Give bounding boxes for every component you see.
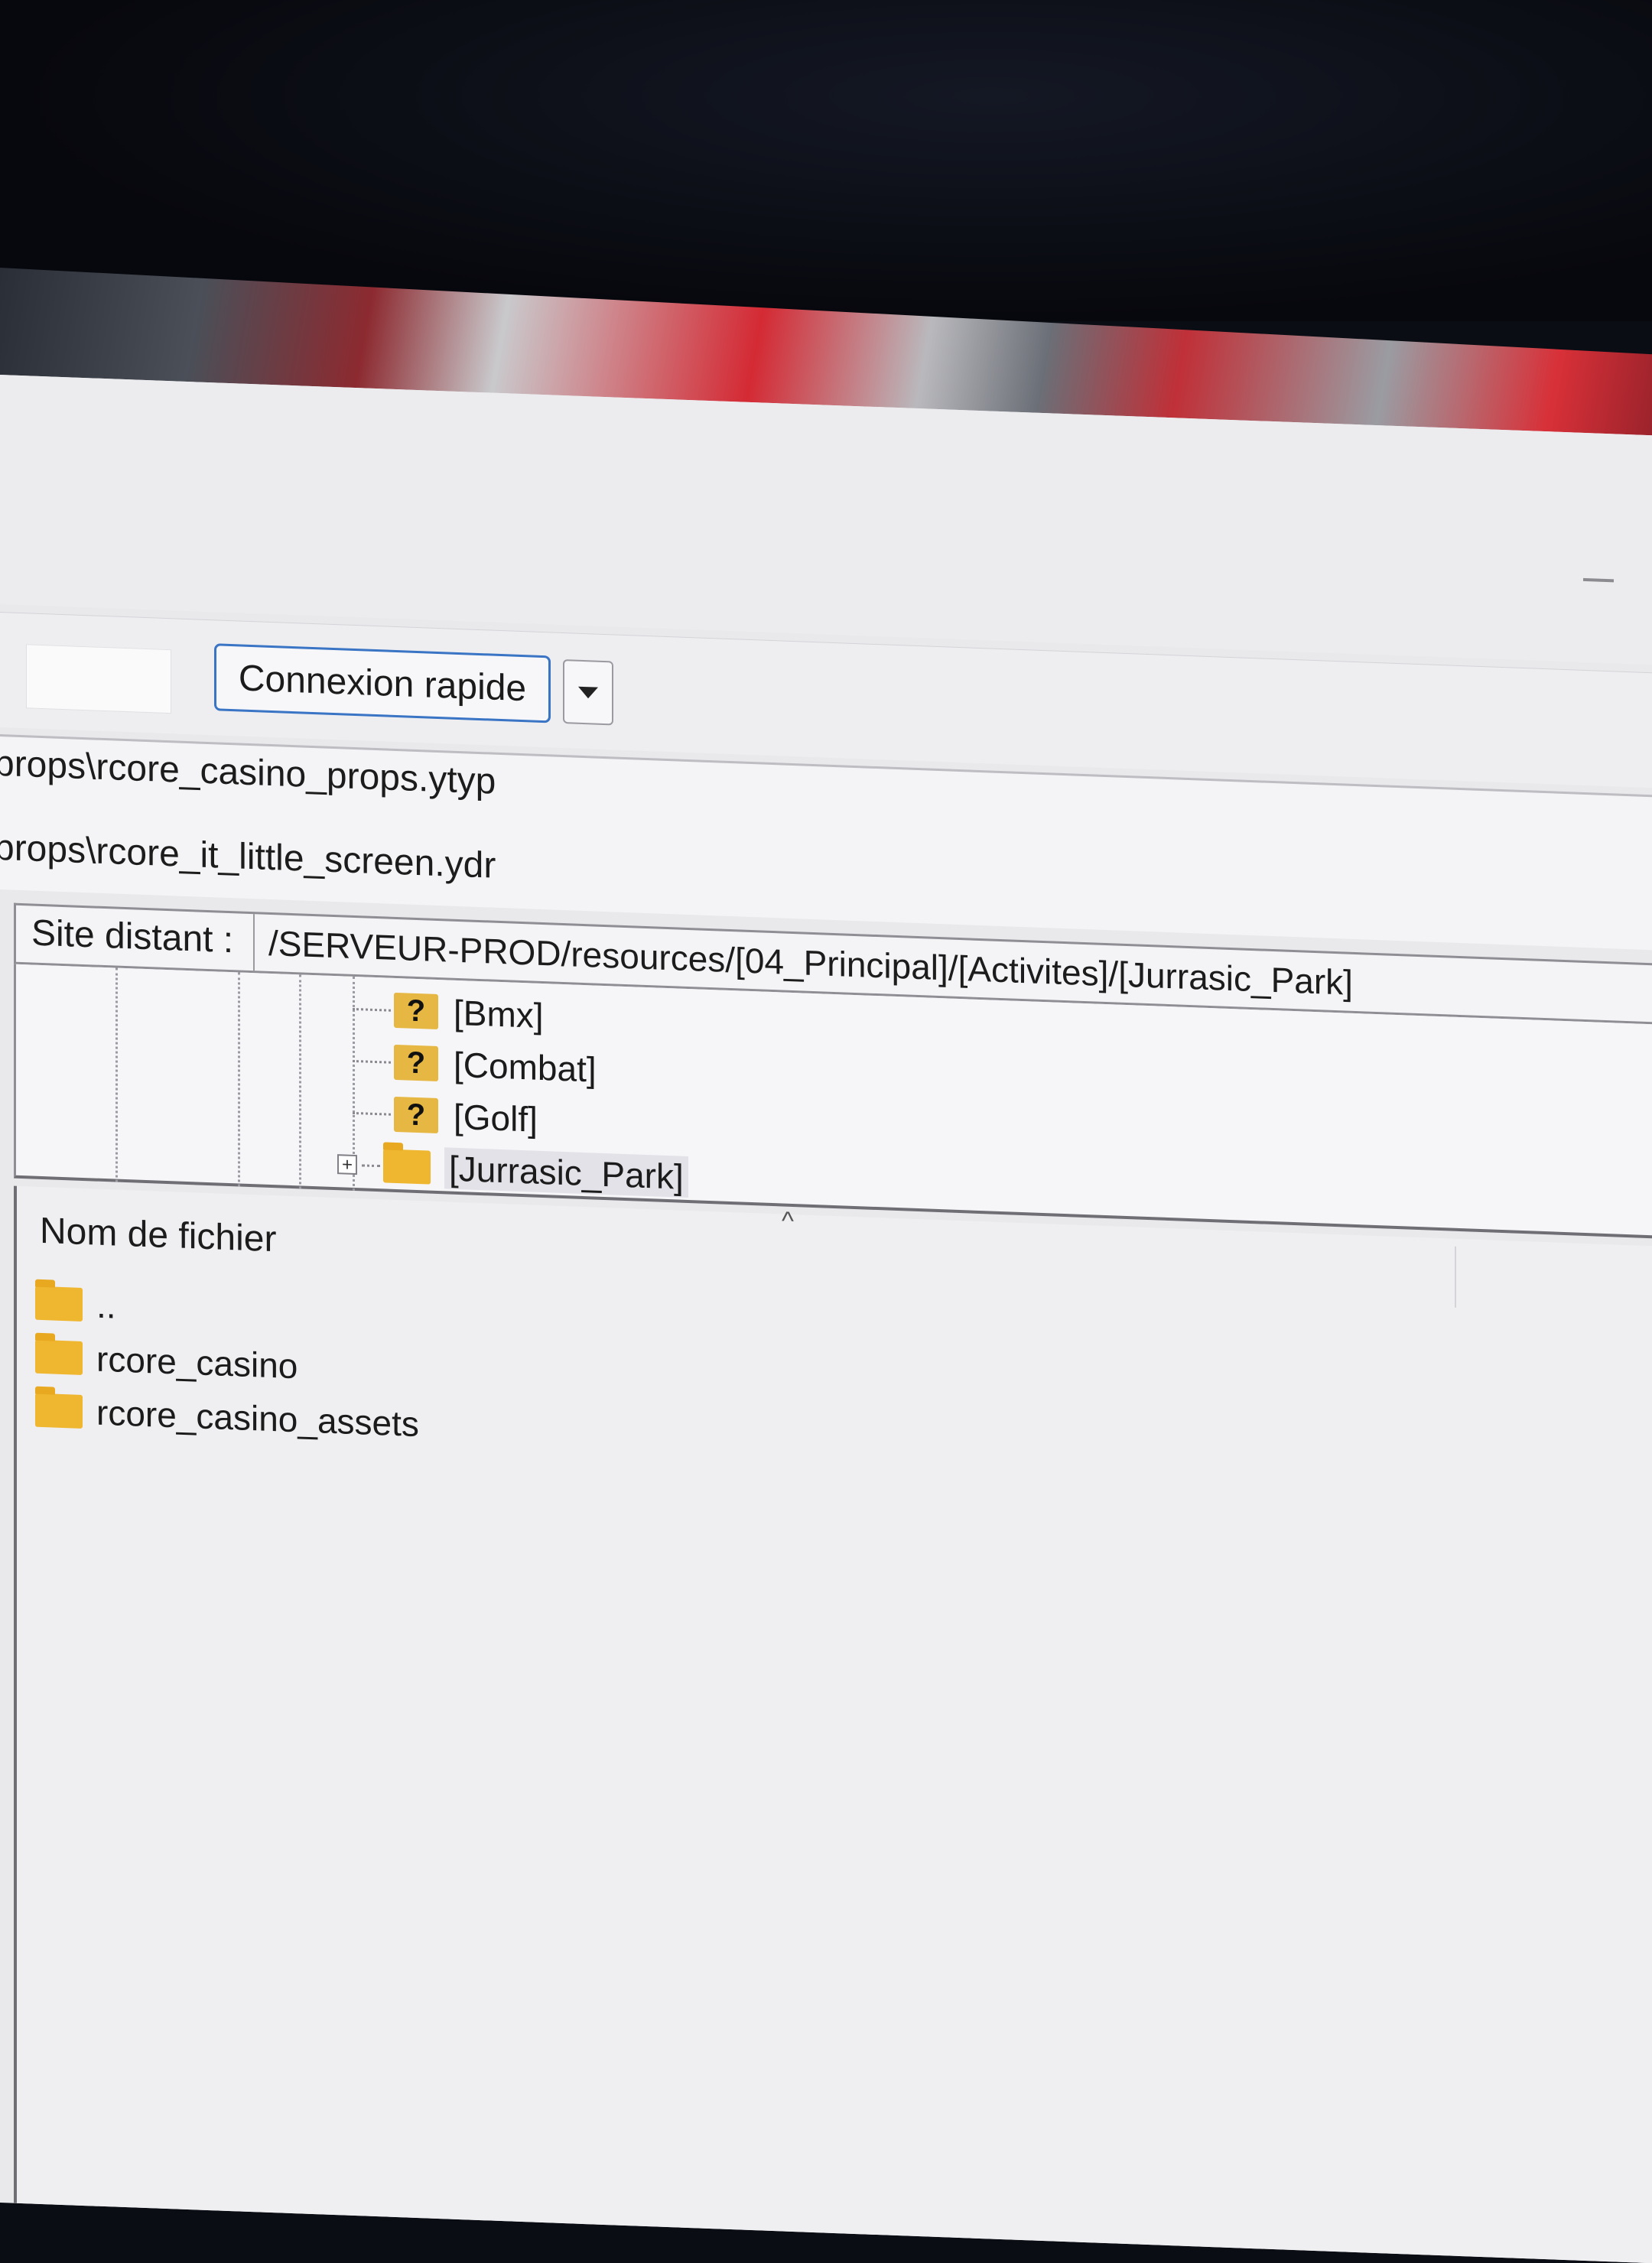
ftp-client-window: Connexion rapide props\rcore_casino_prop…: [0, 375, 1652, 2263]
divider: [253, 914, 255, 971]
log-line: props\rcore_it_little_screen.ydr: [0, 827, 496, 886]
unknown-folder-icon: ?: [394, 992, 438, 1030]
tree-item-jurrasic-park[interactable]: + [Jurrasic_Park]: [337, 1141, 688, 1200]
tree-connector: [362, 1163, 380, 1167]
tree-guide-line: [299, 974, 301, 1189]
expand-icon[interactable]: +: [337, 1154, 357, 1175]
quickconnect-dropdown-button[interactable]: [563, 658, 613, 726]
list-item[interactable]: ..: [35, 1279, 116, 1331]
chevron-down-icon: [578, 686, 598, 699]
minimize-button[interactable]: [1583, 577, 1614, 583]
tree-guide-line: [238, 972, 240, 1187]
list-item[interactable]: rcore_casino_assets: [35, 1386, 419, 1449]
tree-item-label: [Combat]: [454, 1044, 597, 1090]
quickconnect-button[interactable]: Connexion rapide: [214, 643, 551, 723]
tree-guide-line: [115, 967, 118, 1182]
tree-item-bmx[interactable]: ? [Bmx]: [353, 986, 544, 1039]
file-name: ..: [96, 1285, 116, 1326]
list-item[interactable]: rcore_casino: [35, 1332, 298, 1391]
tree-connector: [353, 1111, 391, 1116]
tree-item-golf[interactable]: ? [Golf]: [353, 1090, 538, 1143]
file-name: rcore_casino_assets: [96, 1392, 419, 1445]
folder-icon: [35, 1339, 83, 1375]
remote-file-list[interactable]: ^ Nom de fichier .. rcore_casino rcore_c…: [14, 1185, 1652, 2263]
unknown-folder-icon: ?: [394, 1044, 438, 1082]
screen-bezel: [0, 0, 1652, 321]
remote-site-label: Site distant :: [31, 912, 234, 961]
column-header-filename[interactable]: Nom de fichier: [40, 1210, 276, 1260]
tree-item-label: [Golf]: [454, 1096, 538, 1140]
folder-icon: [383, 1149, 431, 1185]
tree-item-label: [Bmx]: [454, 992, 544, 1036]
tree-item-label: [Jurrasic_Park]: [444, 1147, 688, 1198]
port-field[interactable]: [26, 644, 171, 714]
folder-icon: [35, 1286, 83, 1322]
unknown-folder-icon: ?: [394, 1096, 438, 1134]
log-line: props\rcore_casino_props.ytyp: [0, 743, 496, 802]
tree-item-combat[interactable]: ? [Combat]: [353, 1038, 597, 1093]
tree-connector: [353, 1007, 391, 1012]
folder-icon: [35, 1393, 83, 1429]
column-divider[interactable]: [1455, 1246, 1456, 1308]
sort-ascending-icon: ^: [782, 1206, 794, 1237]
file-name: rcore_casino: [96, 1338, 298, 1387]
tree-connector: [353, 1059, 391, 1064]
